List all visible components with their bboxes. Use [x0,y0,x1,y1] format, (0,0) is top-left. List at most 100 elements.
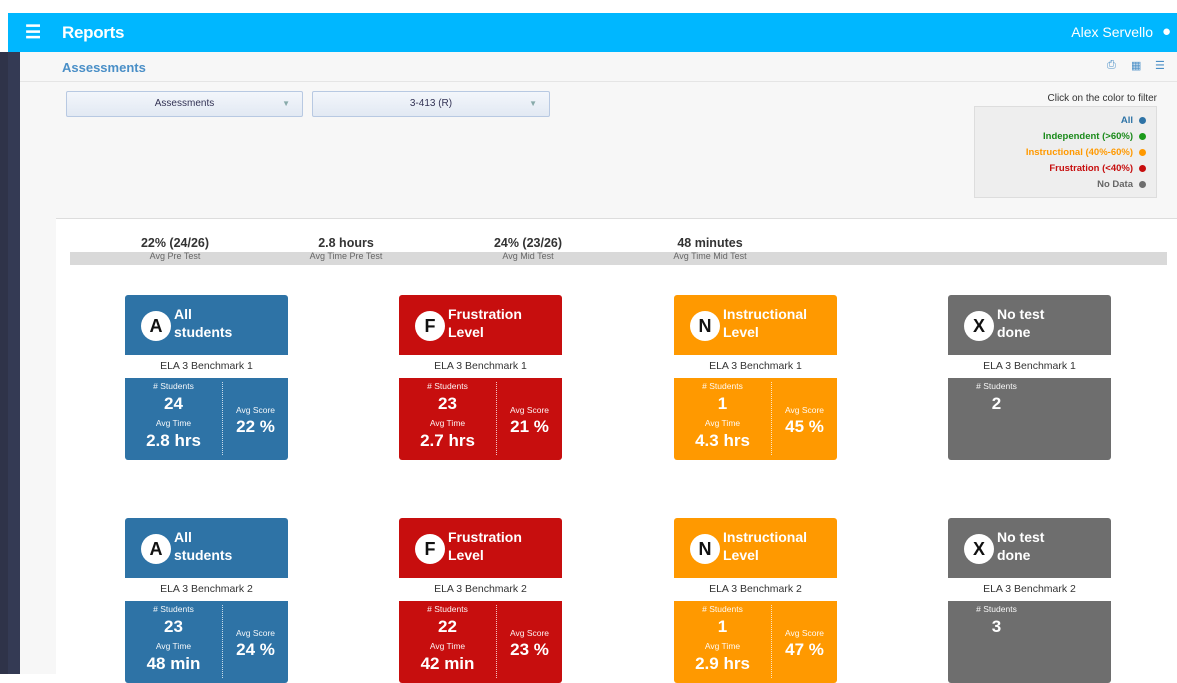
avg-time-label: Avg Time [429,418,466,428]
stat-value: 48 minutes [677,236,743,250]
summary-card[interactable]: F Frustration Level ELA 3 Benchmark 2 # Stud… [399,518,562,683]
card-subtitle: Level [723,324,759,340]
avg-score-value: 21 % [510,417,549,436]
legend-label: Independent (>60%) [1043,131,1133,142]
benchmark-name: ELA 3 Benchmark 1 [125,355,288,378]
avg-score-label: Avg Score [235,628,276,638]
sub-header: Assessments ⎙ ▦ ☰ [20,52,1177,82]
avg-time-label: Avg Time [155,641,192,651]
benchmark-name: ELA 3 Benchmark 2 [674,578,837,601]
avg-score-label: Avg Score [784,628,825,638]
card-letter-badge: A [141,534,171,564]
hamburger-icon[interactable]: ☰ [25,22,41,43]
left-rail [0,52,8,674]
avg-score-value: 22 % [236,417,275,436]
list-view-icon[interactable]: ☰ [1155,59,1165,72]
summary-card[interactable]: N Instructional Level ELA 3 Benchmark 2 # St… [674,518,837,683]
card-title: No test [997,529,1045,545]
students-label: # Students [153,381,194,391]
card-title: No test [997,306,1045,322]
chevron-down-icon: ▼ [529,99,537,108]
legend-item[interactable]: No Data [1097,179,1146,190]
legend-dot [1139,164,1146,172]
students-label: # Students [427,381,468,391]
benchmark-name: ELA 3 Benchmark 2 [125,578,288,601]
students-count: 24 [164,394,183,413]
legend-item[interactable]: Independent (>60%) [1043,131,1146,142]
legend-label: All [1120,115,1133,126]
students-count: 22 [438,617,457,636]
app-title: Reports [62,23,125,42]
stat-avg-mid-test: 24% (23/26) Avg Mid Test [448,236,608,261]
card-title: Frustration [448,306,522,322]
grid-view-icon[interactable]: ▦ [1131,59,1141,72]
print-icon[interactable]: ⎙ [1107,59,1116,72]
card-letter-badge: X [964,311,994,341]
select-value: Assessments [154,98,215,109]
students-label: # Students [427,604,468,614]
card-letter-badge: N [690,311,720,341]
students-label: # Students [153,604,194,614]
card-title: Instructional [723,529,808,545]
summary-card[interactable]: F Frustration Level ELA 3 Benchmark 1 # Stud… [399,295,562,460]
avg-time-value: 48 min [146,654,201,673]
summary-card[interactable]: A All students ELA 3 Benchmark 1 # Students 2… [125,295,288,460]
card-title: Instructional [723,306,808,322]
top-bar: ☰ Reports Alex Servello ● [8,13,1177,52]
avg-time-label: Avg Time [704,641,741,651]
benchmark-name: ELA 3 Benchmark 2 [948,578,1111,601]
avg-score-label: Avg Score [509,405,550,415]
user-name[interactable]: Alex Servello [1071,24,1153,40]
avg-time-value: 2.8 hrs [146,431,201,450]
stat-label: Avg Pre Test [149,251,201,261]
students-count: 23 [438,394,457,413]
students-label: # Students [976,381,1017,391]
students-label: # Students [702,381,743,391]
summary-card[interactable]: N Instructional Level ELA 3 Benchmark 1 # St… [674,295,837,460]
legend-item[interactable]: Frustration (<40%) [1049,163,1146,174]
page-title: Assessments [62,60,146,75]
card-letter-badge: A [141,311,171,341]
card-letter-badge: X [964,534,994,564]
avg-score-label: Avg Score [784,405,825,415]
card-subtitle: Level [723,547,759,563]
students-count: 2 [991,394,1002,413]
benchmark-name: ELA 3 Benchmark 1 [948,355,1111,378]
card-letter-badge: F [415,311,445,341]
chevron-down-icon: ▼ [282,99,290,108]
legend-title: Click on the color to filter [1047,93,1158,104]
students-count: 3 [991,617,1002,636]
avg-time-value: 2.7 hrs [420,431,475,450]
card-subtitle: done [997,324,1031,340]
avg-time-label: Avg Time [704,418,741,428]
card-subtitle: Level [448,324,484,340]
card-subtitle: students [174,324,233,340]
legend-item[interactable]: All [1121,115,1146,126]
avg-time-label: Avg Time [155,418,192,428]
card-letter-badge: F [415,534,445,564]
side-nav [8,52,20,674]
benchmark-name: ELA 3 Benchmark 2 [399,578,562,601]
legend-label: No Data [1097,179,1133,190]
card-subtitle: students [174,547,233,563]
stat-value: 2.8 hours [318,236,374,250]
stat-value: 22% (24/26) [140,236,210,250]
class-select[interactable]: 3-413 (R) ▼ [312,91,550,117]
assessment-type-select[interactable]: Assessments ▼ [66,91,303,117]
legend-label: Frustration (<40%) [1049,163,1133,174]
user-icon[interactable]: ● [1162,23,1171,40]
card-letter-badge: N [690,534,720,564]
avg-time-value: 4.3 hrs [695,431,750,450]
avg-score-value: 47 % [785,640,824,659]
summary-card[interactable]: X No test done ELA 3 Benchmark 1 # Students 2 [948,295,1111,460]
summary-card[interactable]: A All students ELA 3 Benchmark 2 # Students 2… [125,518,288,683]
app-frame: ☰ Reports Alex Servello ● Assessments ⎙ … [0,0,1177,683]
stat-avg-time-pre-test: 2.8 hours Avg Time Pre Test [266,236,426,261]
color-legend: All Independent (>60%) Instructional (40%-… [974,106,1157,198]
legend-item[interactable]: Instructional (40%-60%) [1026,147,1146,158]
stat-label: Avg Time Pre Test [309,251,383,261]
students-label: # Students [702,604,743,614]
card-subtitle: Level [448,547,484,563]
legend-dot [1139,180,1146,188]
summary-card[interactable]: X No test done ELA 3 Benchmark 2 # Students 3 [948,518,1111,683]
